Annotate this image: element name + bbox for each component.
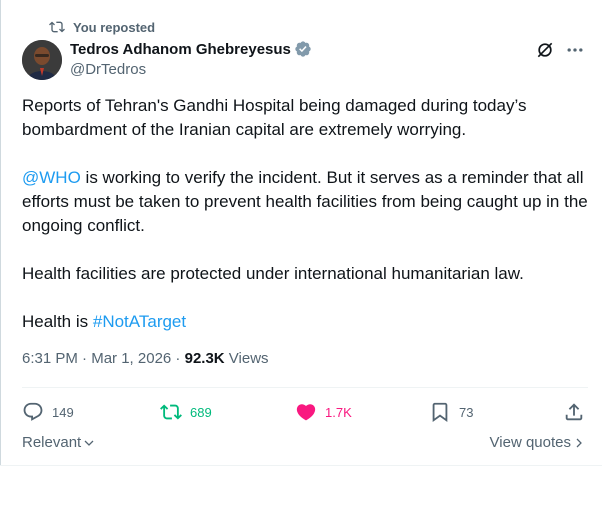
tweet-date[interactable]: Mar 1, 2026: [91, 350, 171, 367]
reply-button[interactable]: 149: [22, 398, 74, 426]
verified-badge-icon: [295, 41, 311, 57]
like-button[interactable]: 1.7K: [295, 398, 352, 426]
who-mention-link[interactable]: @WHO: [22, 168, 81, 187]
bottom-divider: [0, 465, 602, 466]
engagement-bar: 149 689 1.7K 73: [22, 398, 588, 426]
hashtag-link[interactable]: #NotATarget: [93, 312, 186, 331]
repost-button[interactable]: 689: [160, 398, 212, 426]
tweet-paragraph: @WHO is working to verify the incident. …: [22, 166, 592, 238]
reply-count: 149: [52, 404, 74, 420]
bookmark-icon: [432, 402, 448, 423]
grok-icon[interactable]: [535, 40, 555, 60]
chevron-down-icon: [84, 440, 94, 446]
chevron-right-icon: [576, 438, 582, 447]
divider: [22, 387, 588, 388]
bookmark-button[interactable]: 73: [429, 398, 473, 426]
meta-separator: ·: [77, 350, 92, 367]
repost-icon: [160, 404, 182, 420]
tweet-paragraph: Health is #NotATarget: [22, 310, 592, 334]
share-icon: [565, 403, 583, 421]
view-quotes-link[interactable]: View quotes: [490, 434, 585, 451]
bookmark-count: 73: [459, 404, 474, 420]
view-quotes-label: View quotes: [489, 434, 571, 451]
like-count: 1.7K: [325, 404, 352, 420]
repost-icon: [49, 21, 65, 33]
repost-banner: You reposted: [49, 17, 155, 37]
author-name-row[interactable]: Tedros Adhanom Ghebreyesus: [70, 40, 312, 58]
tweet-paragraph: Reports of Tehran's Gandhi Hospital bein…: [22, 96, 527, 139]
views-count: 92.3K: [184, 350, 225, 367]
heart-icon: [296, 404, 316, 421]
tweet-paragraph-text: is working to verify the incident. But i…: [22, 168, 588, 235]
views-label: Views: [224, 350, 269, 367]
tweet-time[interactable]: 6:31 PM: [22, 350, 78, 367]
relevant-sort-dropdown[interactable]: Relevant: [22, 434, 95, 451]
tweet-paragraph: Health facilities are protected under in…: [22, 264, 524, 283]
share-button[interactable]: [563, 398, 593, 426]
avatar-portrait: [22, 40, 62, 80]
left-border: [0, 0, 1, 466]
more-options-icon[interactable]: [565, 40, 585, 60]
author-handle[interactable]: @DrTedros: [70, 61, 146, 78]
reply-icon: [23, 402, 43, 421]
tweet-top-actions: [535, 40, 585, 60]
author-name[interactable]: Tedros Adhanom Ghebreyesus: [70, 41, 291, 58]
tweet-text: Reports of Tehran's Gandhi Hospital bein…: [22, 94, 592, 358]
repost-count: 689: [190, 404, 212, 420]
author-avatar[interactable]: [22, 40, 62, 80]
relevant-label: Relevant: [22, 434, 82, 451]
tweet-paragraph-text: Health is: [22, 312, 93, 331]
repost-banner-label: You reposted: [73, 19, 156, 35]
meta-separator: ·: [171, 350, 185, 367]
tweet-meta: 6:31 PM · Mar 1, 2026 · 92.3K Views: [22, 350, 269, 367]
